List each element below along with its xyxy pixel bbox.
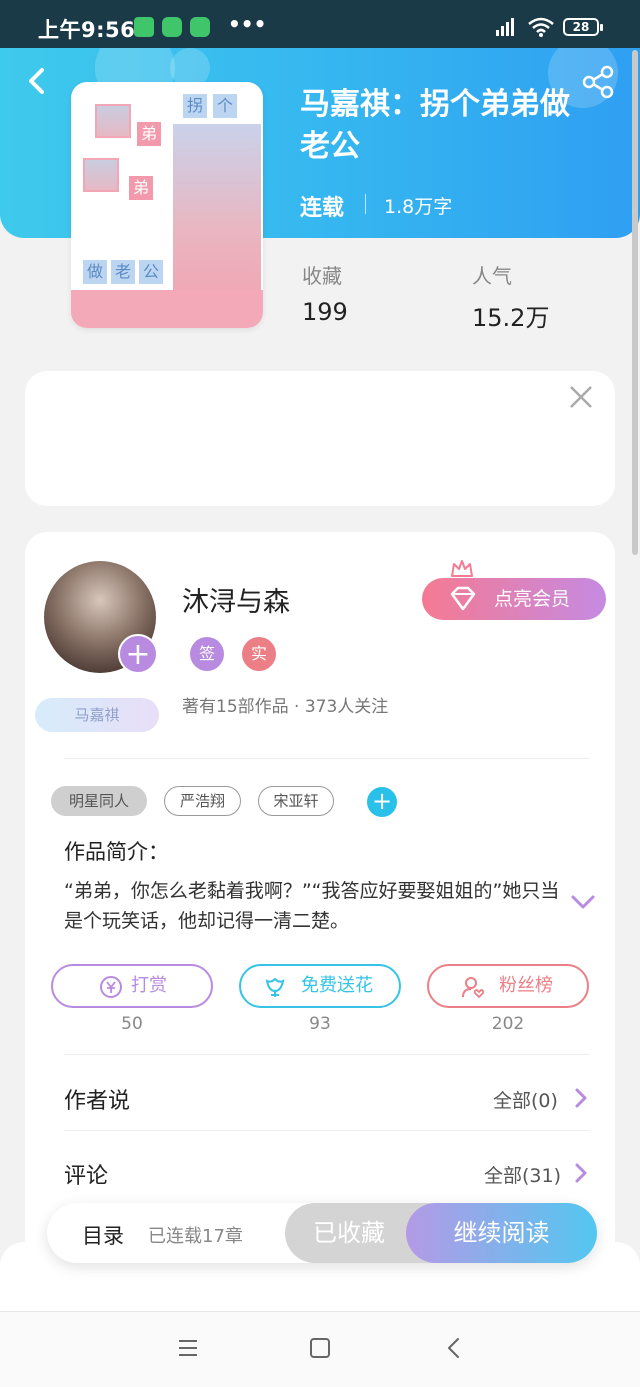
stat-value-favorites: 199 — [302, 298, 348, 326]
fan-badge: 马嘉祺 — [35, 698, 159, 732]
chevron-right-icon[interactable] — [574, 1162, 588, 1184]
chevron-right-icon[interactable] — [574, 1087, 588, 1109]
divider — [64, 1130, 590, 1131]
home-icon[interactable] — [308, 1336, 332, 1360]
book-word-count: 1.8万字 — [384, 196, 453, 218]
more-notifications-icon: ••• — [228, 12, 267, 36]
divider — [64, 1054, 590, 1055]
author-notes-all[interactable]: 全部(0) — [493, 1086, 558, 1113]
close-icon[interactable] — [568, 384, 594, 410]
send-flower-label: 免费送花 — [301, 975, 373, 996]
add-tag-button[interactable]: + — [367, 787, 397, 817]
divider — [365, 194, 366, 214]
fan-rank-count: 202 — [491, 1014, 525, 1034]
stat-value-popularity: 15.2万 — [472, 304, 550, 332]
signed-badge: 签 — [190, 637, 224, 671]
divider — [64, 758, 590, 759]
comments-all[interactable]: 全部(31) — [484, 1161, 561, 1188]
book-cover[interactable]: 拐 个 弟 弟 做 老 公 — [71, 82, 263, 328]
author-name[interactable]: 沐浔与森 — [182, 580, 290, 619]
tag-chip[interactable]: 严浩翔 — [164, 786, 241, 816]
intro-label: 作品简介： — [64, 840, 169, 864]
verified-badge: 实 — [242, 637, 276, 671]
tip-button[interactable]: 打赏 — [51, 964, 213, 1008]
cover-photo-small — [95, 104, 131, 138]
diamond-icon — [450, 586, 476, 611]
table-of-contents-button[interactable]: 目录 — [82, 1220, 124, 1250]
stat-label-popularity: 人气 — [472, 264, 512, 288]
status-time: 上午9:56 — [38, 18, 136, 42]
cover-char: 弟 — [137, 122, 161, 146]
wifi-icon — [528, 17, 554, 37]
cover-char: 拐 — [183, 94, 207, 118]
back-icon[interactable] — [442, 1336, 466, 1360]
cover-char: 做 — [83, 260, 107, 284]
intro-text: “弟弟，你怎么老黏着我啊？”“我答应好要娶姐姐的”她只当是个玩笑话，他却记得一清… — [64, 880, 560, 932]
wechat-notification-icon — [162, 17, 182, 37]
continue-reading-button[interactable]: 继续阅读 — [406, 1203, 597, 1263]
fan-rank-label: 粉丝榜 — [499, 975, 553, 996]
stat-label-favorites: 收藏 — [302, 264, 342, 288]
cover-char: 老 — [111, 260, 135, 284]
chevron-down-icon[interactable] — [570, 893, 596, 911]
scrollbar[interactable] — [632, 50, 638, 555]
follow-author-button[interactable]: + — [118, 634, 158, 674]
battery-icon: 28 — [563, 18, 603, 36]
tip-label: 打赏 — [131, 975, 167, 996]
menu-icon[interactable] — [176, 1336, 200, 1360]
flower-icon — [265, 977, 285, 997]
comments-label[interactable]: 评论 — [64, 1158, 108, 1190]
send-flower-button[interactable]: 免费送花 — [239, 964, 401, 1008]
crown-icon — [451, 560, 473, 577]
cover-decor-wave — [71, 290, 263, 328]
flower-count: 93 — [309, 1014, 331, 1034]
cover-char: 弟 — [129, 176, 153, 200]
cover-photo-main — [173, 124, 261, 300]
empty-ad-card — [25, 371, 615, 506]
user-heart-icon — [462, 977, 485, 999]
tag-chip[interactable]: 宋亚轩 — [258, 786, 334, 816]
cover-char: 个 — [213, 94, 237, 118]
chapter-count: 已连载17章 — [148, 1226, 243, 1247]
cover-char: 公 — [139, 260, 163, 284]
author-stats: 著有15部作品 · 373人关注 — [182, 697, 389, 717]
book-status: 连载 — [300, 196, 345, 221]
signal-icon — [496, 18, 514, 36]
cover-photo-small — [83, 158, 119, 192]
shield-notification-icon — [134, 17, 154, 37]
status-bar: 上午9:56 ••• 28 — [0, 0, 640, 48]
tip-count: 50 — [121, 1014, 143, 1034]
book-title: 马嘉祺：拐个弟弟做老公 — [300, 87, 570, 164]
fan-rank-button[interactable]: 粉丝榜 — [427, 964, 589, 1008]
wechat-notification-icon-2 — [190, 17, 210, 37]
yen-coin-icon — [100, 976, 122, 998]
back-arrow-icon[interactable] — [22, 64, 52, 98]
author-notes-label[interactable]: 作者说 — [64, 1083, 130, 1115]
tag-chip[interactable]: 明星同人 — [51, 786, 147, 816]
